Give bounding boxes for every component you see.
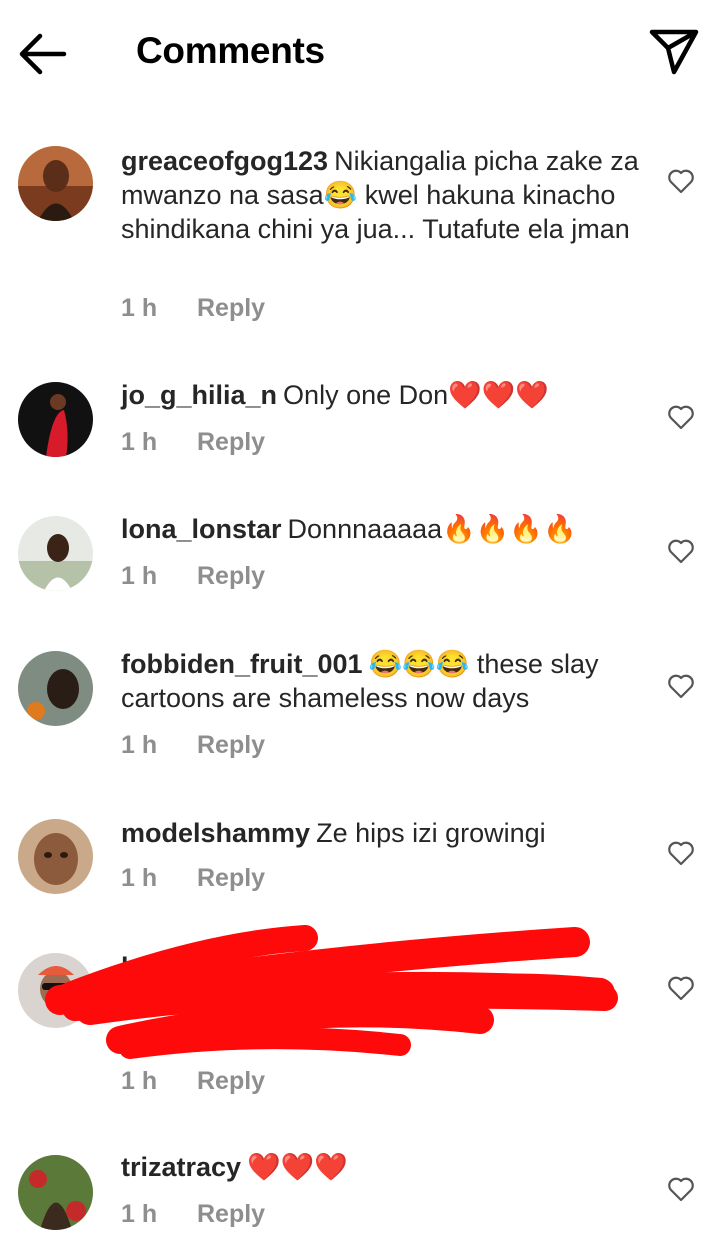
user-photo-icon [18, 146, 93, 221]
comment-time: 1 h [121, 1067, 158, 1095]
heart-icon[interactable] [667, 404, 695, 430]
comment-text: ❤️❤️❤️ [247, 1152, 348, 1182]
user-photo-icon [18, 651, 93, 726]
comment-username[interactable]: modelshammy [121, 818, 310, 848]
comment-username[interactable]: greaceofgog123 [121, 146, 328, 176]
comment-text: Wat a d ati [184, 952, 313, 982]
comment-time: 1 h [121, 428, 158, 456]
heart-icon[interactable] [667, 673, 695, 699]
avatar[interactable] [18, 651, 93, 726]
comment-username[interactable]: trizatracy [121, 1152, 241, 1182]
reply-button[interactable]: Reply [197, 864, 265, 892]
avatar[interactable] [18, 819, 93, 894]
arrow-left-icon [19, 33, 67, 75]
comment-time: 1 h [121, 1200, 158, 1228]
user-photo-icon [18, 1155, 93, 1230]
reply-button[interactable]: Reply [197, 1067, 265, 1095]
avatar[interactable] [18, 1155, 93, 1230]
send-paper-plane-icon [649, 29, 699, 75]
user-photo-icon [18, 953, 93, 1028]
user-photo-icon [18, 382, 93, 457]
reply-button[interactable]: Reply [197, 428, 265, 456]
heart-icon[interactable] [667, 840, 695, 866]
heart-icon[interactable] [667, 975, 695, 1001]
comment-time: 1 h [121, 864, 158, 892]
share-button[interactable] [646, 24, 702, 80]
reply-button[interactable]: Reply [197, 731, 265, 759]
comment-text: Donnnaaaaa🔥🔥🔥🔥 [287, 514, 577, 544]
comment-time: 1 h [121, 294, 158, 322]
comment-text: Only one Don❤️❤️❤️ [283, 380, 549, 410]
reply-button[interactable]: Reply [197, 1200, 265, 1228]
comment-username[interactable]: fobbiden_fruit_001 [121, 649, 363, 679]
header-bar: Comments [0, 0, 720, 108]
heart-icon[interactable] [667, 538, 695, 564]
heart-icon[interactable] [667, 168, 695, 194]
avatar[interactable] [18, 516, 93, 591]
avatar[interactable] [18, 953, 93, 1028]
reply-button[interactable]: Reply [197, 562, 265, 590]
avatar[interactable] [18, 382, 93, 457]
back-button[interactable] [14, 28, 70, 80]
comment-username[interactable]: jo_g_hilia_n [121, 380, 277, 410]
user-photo-icon [18, 819, 93, 894]
heart-icon[interactable] [667, 1176, 695, 1202]
comment-time: 1 h [121, 731, 158, 759]
user-photo-icon [18, 516, 93, 591]
reply-button[interactable]: Reply [197, 294, 265, 322]
avatar[interactable] [18, 146, 93, 221]
page-title: Comments [136, 30, 325, 71]
comment-username[interactable]: lona_lonstar [121, 514, 282, 544]
comment-text: Ze hips izi growingi [316, 818, 546, 848]
comment-time: 1 h [121, 562, 158, 590]
comment-username[interactable]: lyzw [121, 952, 178, 982]
